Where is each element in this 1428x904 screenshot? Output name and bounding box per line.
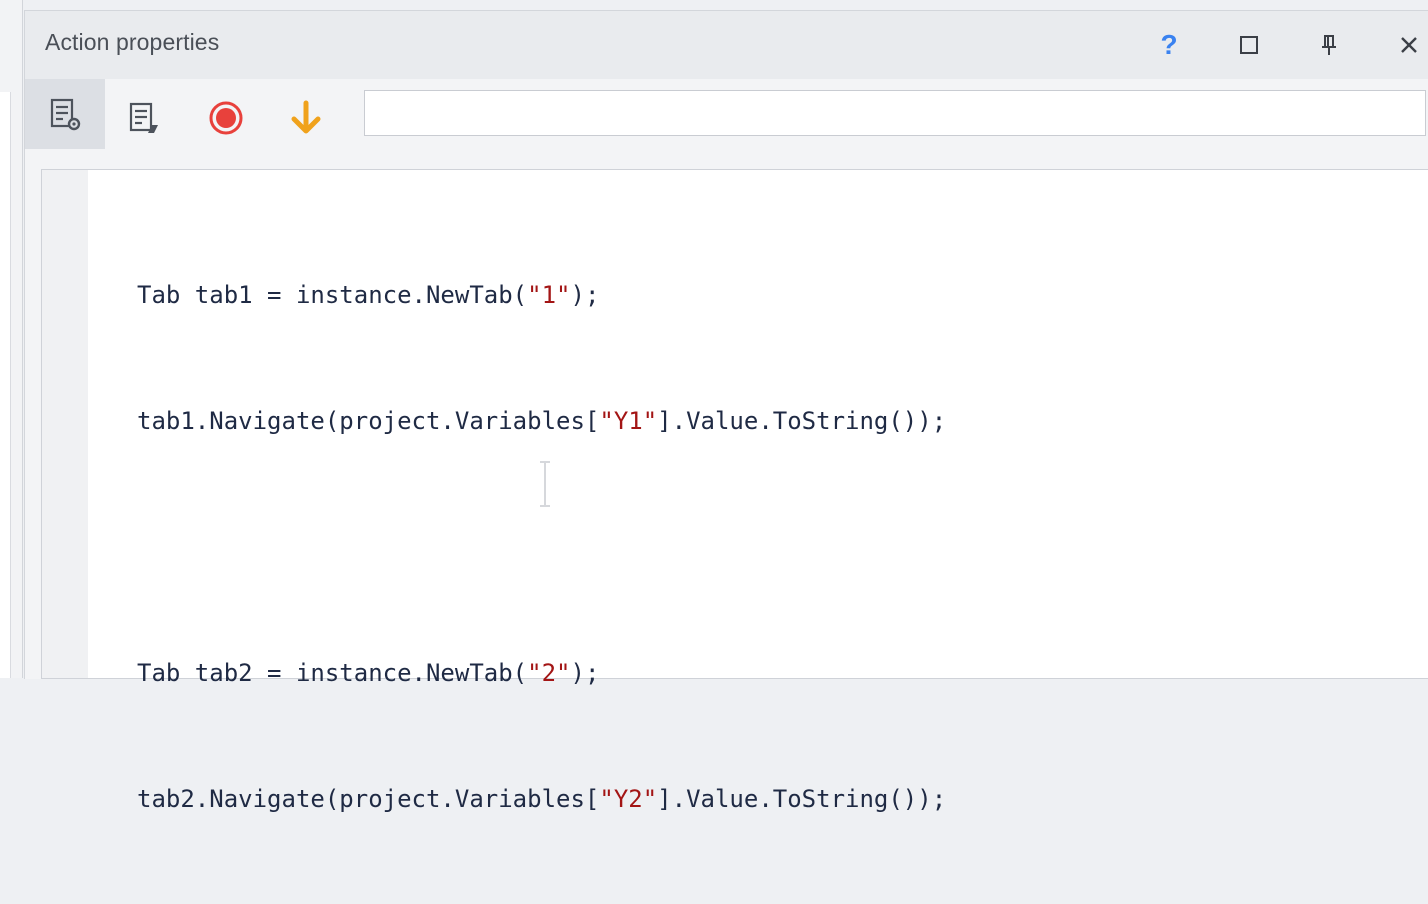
record-icon (209, 101, 243, 135)
action-properties-icon (50, 98, 81, 131)
string-literal: "Y1" (599, 407, 658, 435)
code-line: Tab tab2 = instance.NewTab("2"); (137, 652, 946, 694)
code-text: Tab tab2 = instance.NewTab( (137, 659, 528, 687)
action-properties-panel: Action properties ? Tab tab1 = instance.… (24, 10, 1428, 813)
editor-gutter (42, 170, 88, 678)
action-toolbar (25, 79, 1428, 169)
record-button[interactable] (199, 91, 253, 145)
close-icon (1401, 37, 1417, 53)
panel-title: Action properties (45, 29, 220, 55)
move-down-button[interactable] (279, 91, 333, 145)
filter-input[interactable] (364, 90, 1426, 136)
action-properties-tab[interactable] (25, 79, 105, 149)
left-dock-strip (0, 0, 23, 678)
code-text: ].Value.ToString()); (657, 785, 947, 813)
code-line: tab1.Navigate(project.Variables["Y1"].Va… (137, 400, 946, 442)
code-editor[interactable]: Tab tab1 = instance.NewTab("1"); tab1.Na… (41, 169, 1428, 813)
pin-button[interactable] (1309, 25, 1349, 65)
string-literal: "1" (527, 281, 571, 309)
pin-icon (1322, 35, 1336, 55)
panel-titlebar: Action properties ? (25, 11, 1428, 79)
script-edit-icon (129, 102, 158, 133)
code-text: tab2.Navigate(project.Variables[ (137, 785, 600, 813)
text-cursor-icon (540, 461, 550, 507)
code-text: tab1.Navigate(project.Variables[ (137, 407, 600, 435)
arrow-down-icon (291, 100, 321, 134)
maximize-button[interactable] (1229, 25, 1269, 65)
code-area[interactable]: Tab tab1 = instance.NewTab("1"); tab1.Na… (137, 190, 946, 904)
help-button[interactable]: ? (1149, 25, 1189, 65)
code-text: Tab tab1 = instance.NewTab( (137, 281, 528, 309)
string-literal: "2" (527, 659, 571, 687)
code-line: Tab tab1 = instance.NewTab("1"); (137, 274, 946, 316)
left-dock-inner (0, 92, 11, 678)
code-text: ].Value.ToString()); (657, 407, 947, 435)
code-line: tab2.Navigate(project.Variables["Y2"].Va… (137, 778, 946, 820)
maximize-icon (1240, 36, 1258, 54)
string-literal: "Y2" (599, 785, 658, 813)
script-edit-tab[interactable] (117, 91, 171, 145)
code-text: ); (570, 281, 600, 309)
code-text: ); (570, 659, 600, 687)
close-button[interactable] (1389, 25, 1428, 65)
